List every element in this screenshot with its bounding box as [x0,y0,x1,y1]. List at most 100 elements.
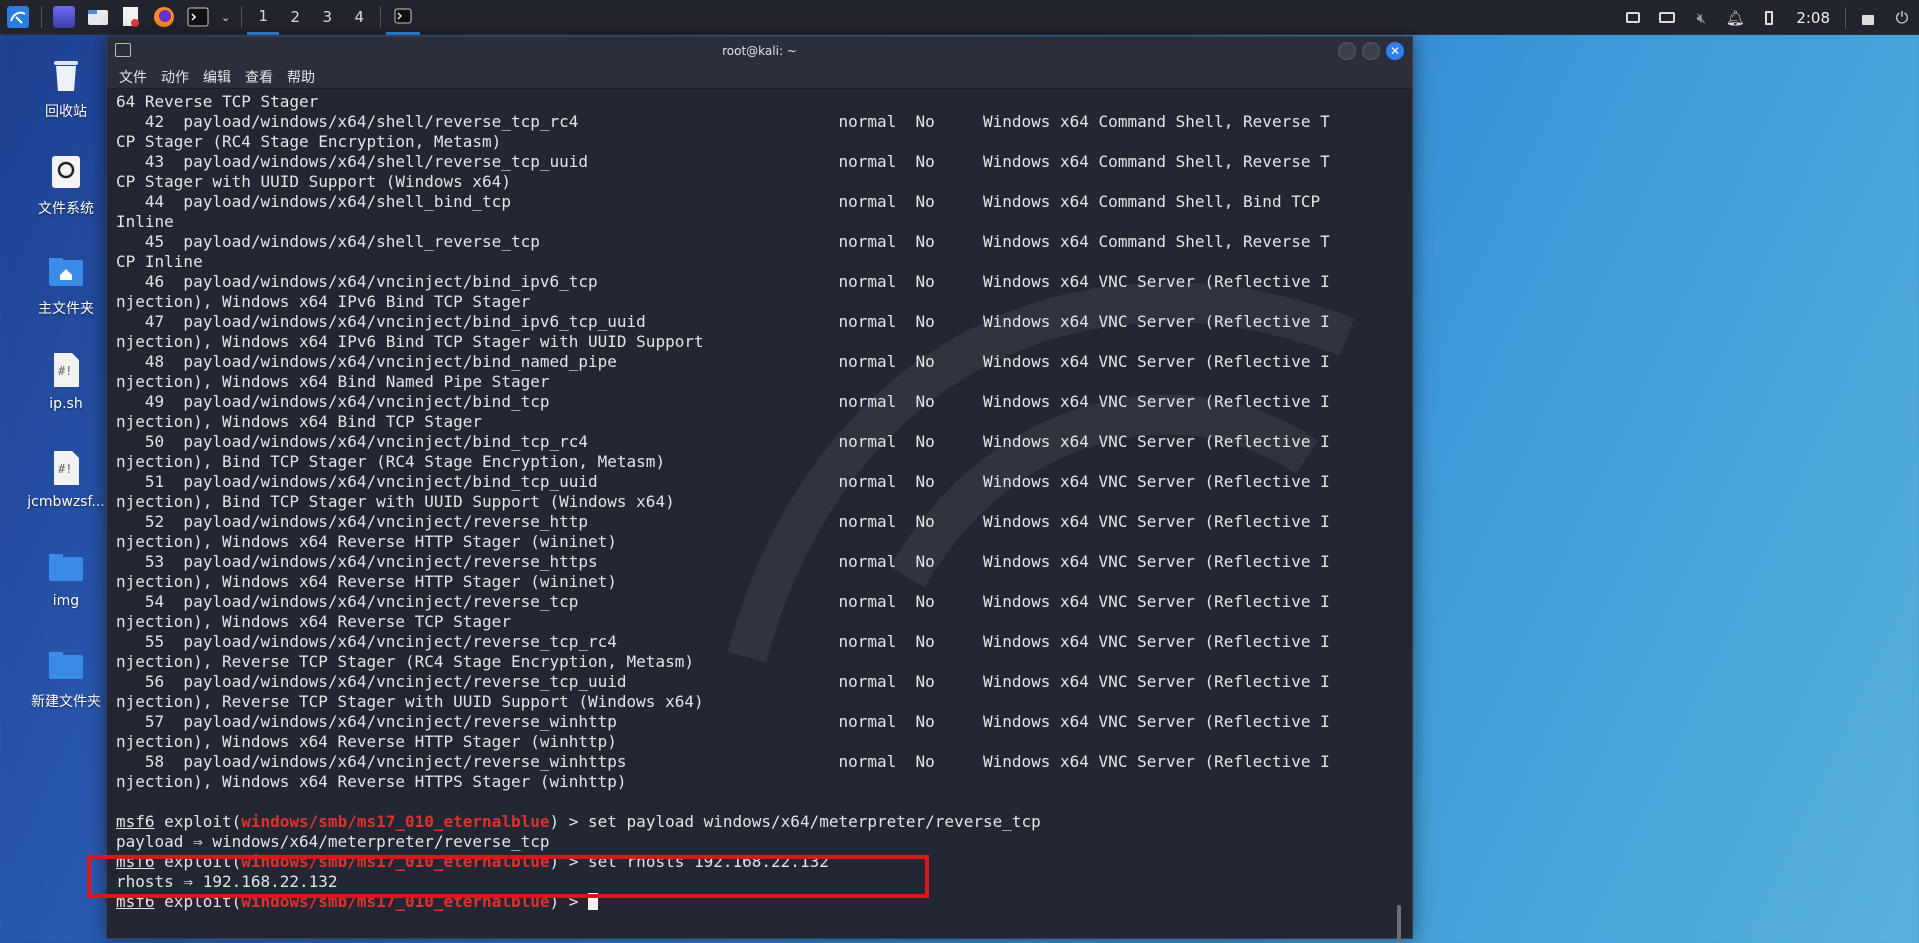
command-line: msf6 exploit(windows/smb/ms17_010_eterna… [116,852,1412,872]
drive-icon [46,152,86,192]
terminal-line: njection), Reverse TCP Stager (RC4 Stage… [116,652,694,671]
menu-action[interactable]: 动作 [161,67,189,87]
terminal-line: njection), Windows x64 Reverse HTTP Stag… [116,532,617,551]
firefox-icon [154,7,174,27]
svg-text:#!: #! [58,462,72,476]
command-output: rhosts ⇒ 192.168.22.132 [116,872,338,891]
menu-edit[interactable]: 编辑 [203,67,231,87]
prompt-msf: msf6 [116,812,155,831]
desktop-icon-label: ip.sh [49,396,83,412]
desktop-icon-home[interactable]: 主文件夹 [18,252,114,318]
maximize-button[interactable] [1362,42,1380,60]
terminal-line: njection), Windows x64 Bind TCP Stager [116,412,483,431]
text-editor-button[interactable] [115,0,147,35]
keyboard-tray[interactable] [1650,0,1684,35]
workspace-2[interactable]: 2 [279,0,311,35]
terminal-line: 64 Reverse TCP Stager [116,92,319,111]
notifications-tray[interactable]: 🔔︎ [1718,0,1752,35]
prompt-msf: msf6 [116,892,155,911]
trash-icon [46,55,86,95]
desktop-icon-jcmbwzsf[interactable]: #! jcmbwzsf... [18,448,114,510]
desktop-icon-ip-sh[interactable]: #! ip.sh [18,350,114,412]
workspace-3[interactable]: 3 [311,0,343,35]
terminal-line: njection), Windows x64 Reverse HTTP Stag… [116,732,617,751]
terminal-line: 54 payload/windows/x64/vncinject/reverse… [116,592,1330,611]
firefox-button[interactable] [147,0,181,35]
script-file-icon: #! [46,350,86,390]
prompt-msf: msf6 [116,852,155,871]
taskbar-separator [1845,6,1846,29]
terminal-line: 44 payload/windows/x64/shell_bind_tcp no… [116,192,1321,211]
lock-icon [1862,15,1874,25]
terminal-line: njection), Windows x64 Bind Named Pipe S… [116,372,550,391]
terminal-line: 52 payload/windows/x64/vncinject/reverse… [116,512,1330,531]
folder-icon [46,645,86,685]
close-button[interactable]: ✕ [1386,42,1404,60]
window-switch-tray[interactable] [1616,0,1650,35]
menu-file[interactable]: 文件 [119,67,147,87]
minimize-button[interactable] [1338,42,1356,60]
close-icon: ✕ [1389,44,1401,58]
menu-help[interactable]: 帮助 [287,67,315,87]
desktop-icon-new-folder[interactable]: 新建文件夹 [18,645,114,711]
menu-bar: 文件 动作 编辑 查看 帮助 [107,65,1412,89]
logout-button[interactable]: ⏻ [1885,0,1919,35]
payload-list-output: 64 Reverse TCP Stager 42 payload/windows… [116,92,1412,812]
volume-tray[interactable]: 🔇︎ [1684,0,1718,35]
desktop-icon-label: 回收站 [45,104,87,120]
menu-view[interactable]: 查看 [245,67,273,87]
logout-icon: ⏻ [1895,7,1909,27]
taskbar-separator [380,6,382,28]
launcher-dropdown-button[interactable]: ⌄ [215,0,236,35]
kali-menu-button[interactable] [0,0,36,35]
workspace-1[interactable]: 1 [247,0,280,35]
folder-icon [88,10,108,25]
taskbar-separator [41,6,42,28]
file-manager-button[interactable] [81,0,115,35]
terminal-line: 58 payload/windows/x64/vncinject/reverse… [116,752,1330,771]
desktop-icon-filesystem[interactable]: 文件系统 [18,152,114,218]
screen-icon [1626,12,1641,23]
scrollbar[interactable] [1397,905,1401,943]
command-text: set rhosts 192.168.22.132 [588,852,829,871]
terminal-line: 49 payload/windows/x64/vncinject/bind_tc… [116,392,1330,411]
show-desktop-button[interactable] [47,0,81,35]
desktop-icon-img[interactable]: img [18,547,114,609]
window-titlebar[interactable]: root@kali: ~ ✕ [107,37,1412,65]
taskbar-window-terminal[interactable] [386,0,421,35]
prompt-module: windows/smb/ms17_010_eternalblue [241,852,550,871]
prompt-module: windows/smb/ms17_010_eternalblue [241,812,550,831]
terminal-line: 47 payload/windows/x64/vncinject/bind_ip… [116,312,1330,331]
terminal-line: CP Stager (RC4 Stage Encryption, Metasm) [116,132,502,151]
text-editor-icon [123,7,139,27]
command-line-active[interactable]: msf6 exploit(windows/smb/ms17_010_eterna… [116,892,1412,912]
terminal-line: 53 payload/windows/x64/vncinject/reverse… [116,552,1330,571]
clock[interactable]: 2:08 [1786,9,1840,27]
power-tray[interactable] [1752,0,1786,35]
svg-text:#!: #! [58,364,72,378]
desktop-icon-label: 新建文件夹 [31,694,101,710]
terminal-line: 48 payload/windows/x64/vncinject/bind_na… [116,352,1330,371]
script-file-icon: #! [46,448,86,488]
prompt-module: windows/smb/ms17_010_eternalblue [241,892,550,911]
terminal-line: Inline [116,212,174,231]
prompt-close: ) > [549,852,589,871]
terminal-line: 56 payload/windows/x64/vncinject/reverse… [116,672,1330,691]
taskbar: ⌄ 1 2 3 4 🔇︎ 🔔︎ 2:08 ⏻ [0,0,1919,35]
workspace-4[interactable]: 4 [343,0,375,35]
desktop-icon-label: jcmbwzsf... [27,494,105,510]
terminal-line: njection), Bind TCP Stager (RC4 Stage En… [116,452,666,471]
battery-icon [1765,10,1774,25]
terminal-output[interactable]: 64 Reverse TCP Stager 42 payload/windows… [107,90,1412,938]
keyboard-icon [1659,12,1676,23]
terminal-line: njection), Windows x64 Reverse TCP Stage… [116,612,511,631]
window-title: root@kali: ~ [722,44,797,58]
prompt-exploit: exploit( [164,892,242,911]
terminal-window[interactable]: root@kali: ~ ✕ 文件 动作 编辑 查看 帮助 64 Reverse… [106,36,1413,943]
prompt-close: ) > [549,892,589,911]
terminal-launcher-button[interactable] [181,0,215,35]
terminal-line: njection), Windows x64 IPv6 Bind TCP Sta… [116,332,704,351]
desktop-icon-trash[interactable]: 回收站 [18,55,114,121]
terminal-line: 45 payload/windows/x64/shell_reverse_tcp… [116,232,1330,251]
lock-screen-button[interactable] [1851,0,1885,35]
